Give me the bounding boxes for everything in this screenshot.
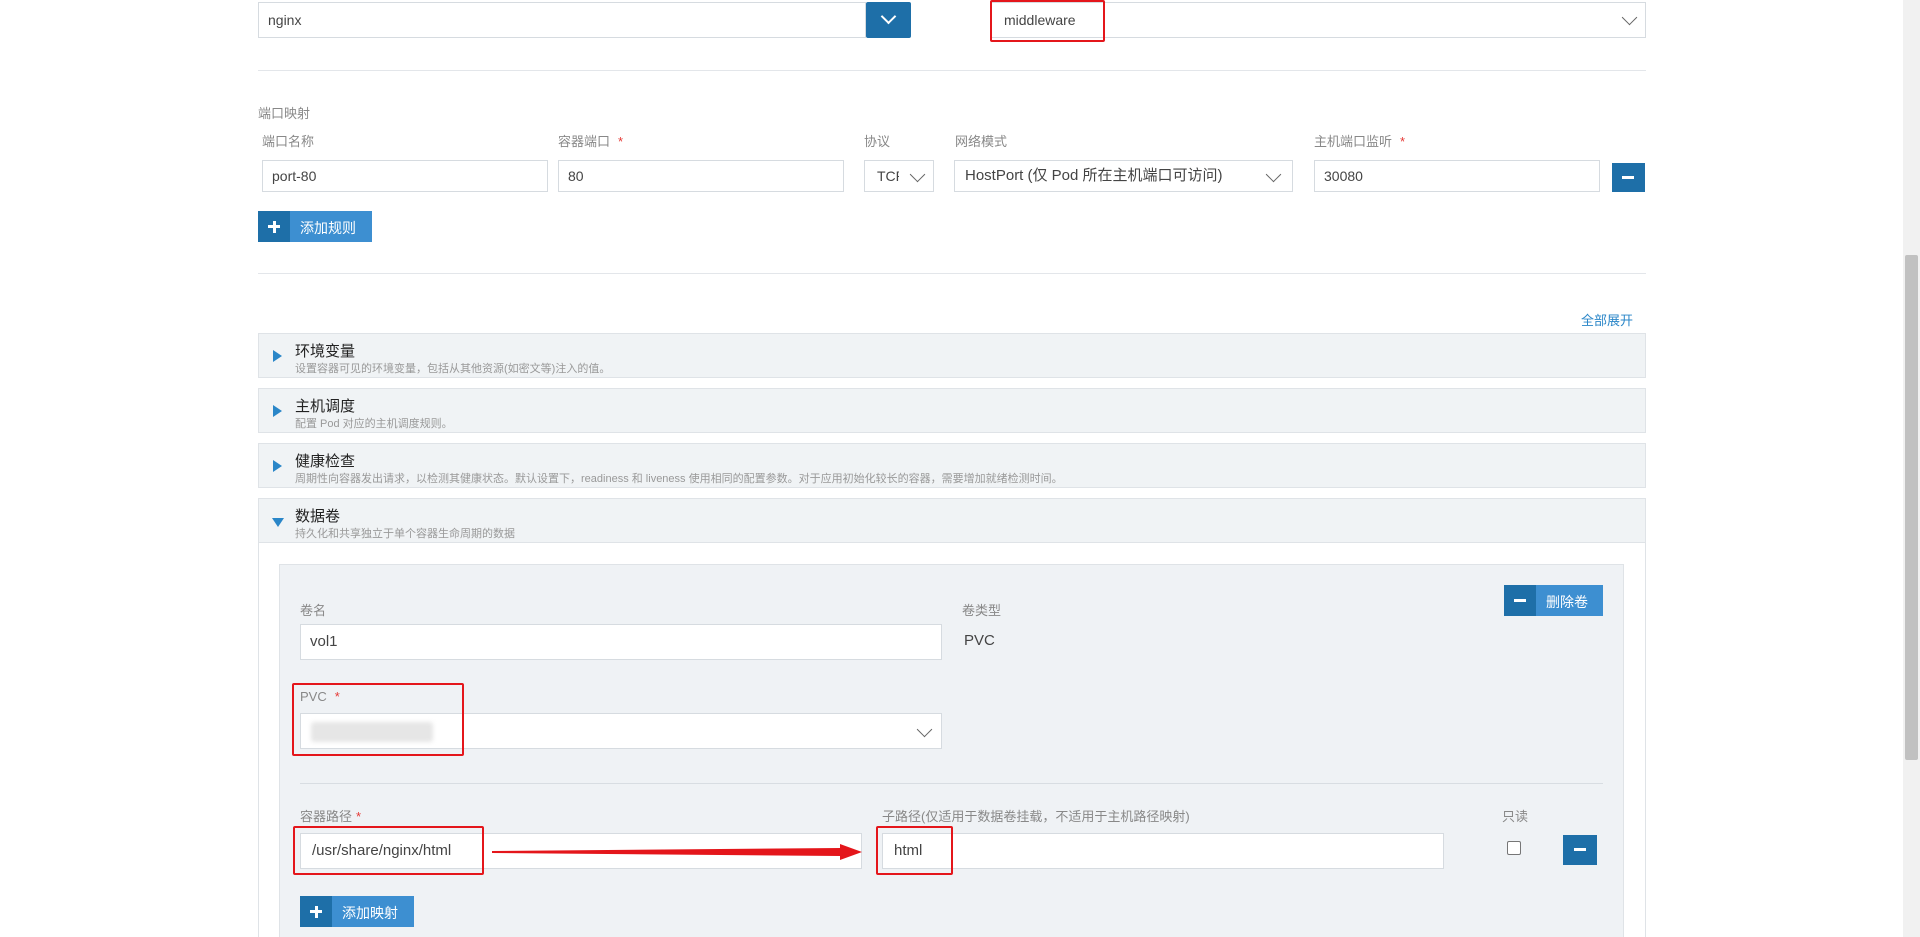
volume-name-input[interactable]: vol1 (300, 624, 942, 660)
network-mode-select[interactable]: HostPort (仅 Pod 所在主机端口可访问) (954, 160, 1293, 192)
minus-icon (1622, 176, 1634, 179)
panel-description: 周期性向容器发出请求，以检测其健康状态。默认设置下，readiness 和 li… (295, 473, 1063, 485)
host-port-label: 主机端口监听 * (1314, 134, 1406, 149)
plus-icon (300, 896, 332, 927)
image-select-value: nginx (268, 12, 302, 28)
protocol-select[interactable]: TCP (864, 160, 934, 192)
volume-card (279, 564, 1624, 937)
add-rule-label: 添加规则 (300, 220, 356, 236)
panel-title: 健康检查 (295, 453, 356, 470)
add-mapping-label: 添加映射 (342, 905, 398, 921)
panel-health-check[interactable]: 健康检查 周期性向容器发出请求，以检测其健康状态。默认设置下，readiness… (258, 443, 1646, 488)
host-port-input[interactable]: 30080 (1314, 160, 1600, 192)
volume-type-label: 卷类型 (962, 603, 1002, 618)
namespace-select-value: middleware (1004, 12, 1076, 28)
container-port-input[interactable]: 80 (558, 160, 844, 192)
readonly-label: 只读 (1502, 809, 1529, 824)
readonly-checkbox[interactable] (1507, 841, 1521, 855)
subpath-label: 子路径(仅适用于数据卷挂载，不适用于主机路径映射) (882, 809, 1190, 824)
caret-right-icon (273, 460, 282, 472)
expand-all-link[interactable]: 全部展开 (1581, 310, 1633, 329)
port-mapping-section-label: 端口映射 (258, 106, 311, 121)
pvc-select[interactable] (300, 713, 942, 749)
container-port-label: 容器端口 * (558, 134, 624, 149)
plus-icon (258, 211, 290, 242)
divider (258, 273, 1646, 274)
panel-title: 主机调度 (295, 398, 356, 415)
divider (258, 70, 1646, 71)
panel-volumes[interactable]: 数据卷 持久化和共享独立于单个容器生命周期的数据 (258, 498, 1646, 543)
chevron-down-icon (916, 721, 933, 738)
panel-description: 持久化和共享独立于单个容器生命周期的数据 (295, 528, 515, 540)
volume-name-label: 卷名 (300, 603, 327, 618)
image-select[interactable]: nginx (258, 2, 866, 38)
container-path-label: 容器路径 * (300, 809, 362, 824)
caret-down-icon (272, 518, 284, 527)
protocol-label: 协议 (864, 134, 891, 149)
chevron-down-icon (880, 8, 897, 25)
pvc-value-blurred (311, 722, 433, 742)
panel-description: 设置容器可见的环境变量，包括从其他资源(如密文等)注入的值。 (295, 363, 611, 375)
network-mode-label: 网络模式 (955, 134, 1008, 149)
namespace-select[interactable]: middleware (990, 2, 1646, 38)
panel-title: 数据卷 (295, 508, 341, 525)
port-name-input[interactable]: port-80 (262, 160, 548, 192)
page-scrollbar[interactable] (1903, 0, 1920, 937)
arrow-annotation (492, 844, 862, 860)
minus-icon (1504, 585, 1536, 616)
chevron-down-icon (1265, 166, 1282, 183)
panel-title: 环境变量 (295, 343, 356, 360)
remove-mapping-button[interactable] (1563, 835, 1597, 865)
minus-icon (1574, 848, 1586, 851)
delete-volume-label: 删除卷 (1546, 594, 1588, 610)
chevron-down-icon (909, 166, 926, 183)
caret-right-icon (273, 405, 282, 417)
scrollbar-thumb[interactable] (1905, 255, 1918, 760)
volume-type-value: PVC (964, 632, 995, 649)
divider (300, 783, 1603, 784)
subpath-input[interactable]: html (882, 833, 1444, 869)
chevron-down-icon (1621, 9, 1638, 26)
port-name-label: 端口名称 (262, 134, 315, 149)
panel-description: 配置 Pod 对应的主机调度规则。 (295, 418, 453, 430)
delete-volume-button[interactable]: 删除卷 (1504, 585, 1603, 616)
add-mapping-button[interactable]: 添加映射 (300, 896, 414, 927)
panel-env-vars[interactable]: 环境变量 设置容器可见的环境变量，包括从其他资源(如密文等)注入的值。 (258, 333, 1646, 378)
pvc-label: PVC * (300, 689, 340, 704)
panel-host-scheduling[interactable]: 主机调度 配置 Pod 对应的主机调度规则。 (258, 388, 1646, 433)
image-dropdown-button[interactable] (866, 2, 911, 38)
add-rule-button[interactable]: 添加规则 (258, 211, 372, 242)
remove-port-button[interactable] (1612, 163, 1645, 192)
caret-right-icon (273, 350, 282, 362)
